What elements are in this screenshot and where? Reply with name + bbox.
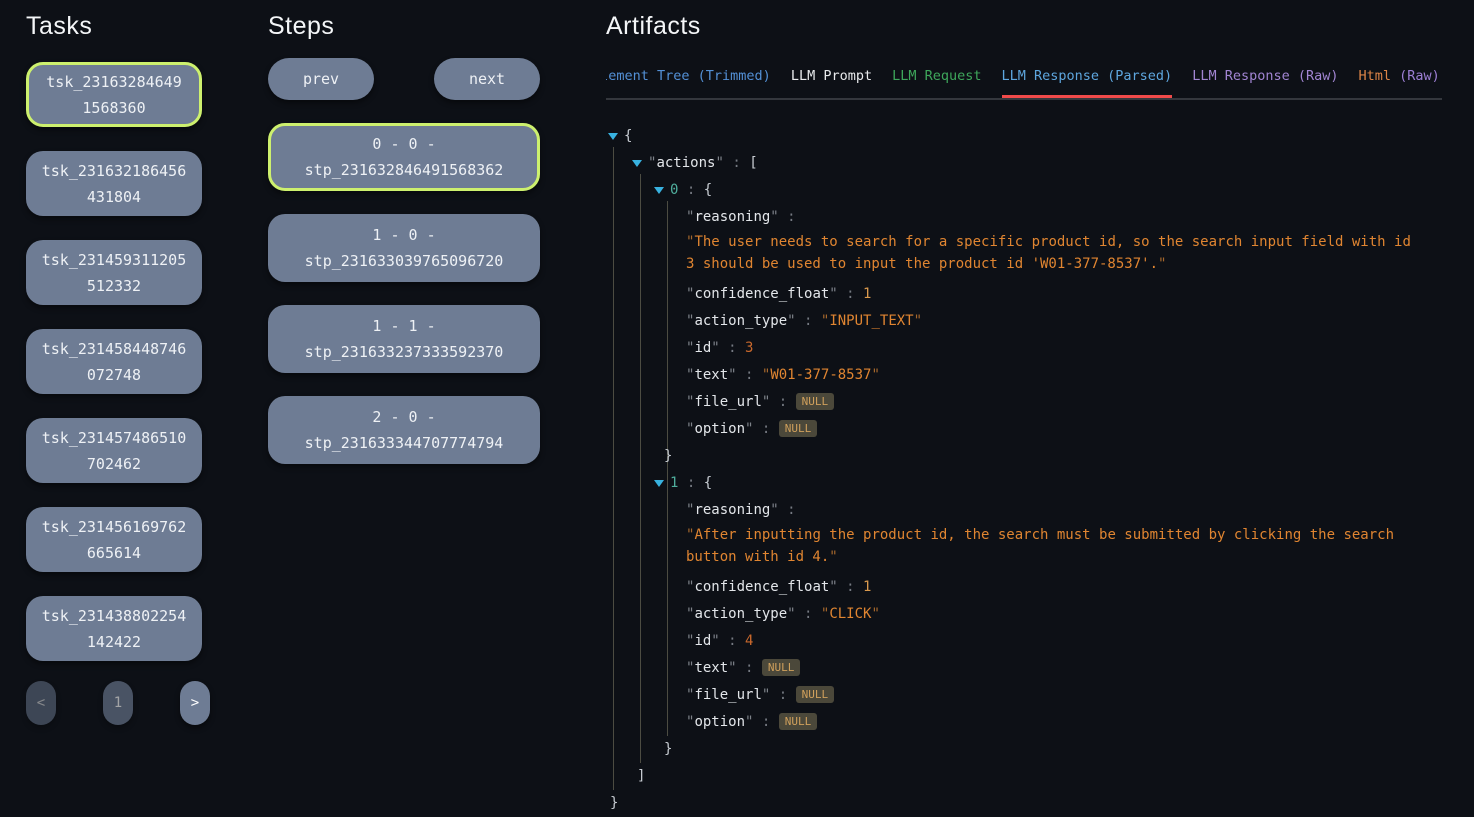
json-row: "action_type" : "INPUT_TEXT" (606, 308, 1418, 335)
json-viewer: {"actions" : [0 : {"reasoning" :"The use… (606, 123, 1418, 817)
step-button[interactable]: 0 - 0 - stp_231632846491568362 (268, 123, 540, 191)
artifacts-tabbar: Element Tree (Trimmed) LLM Prompt LLM Requ… (606, 65, 1442, 100)
pagination-prev-button[interactable]: < (26, 681, 56, 725)
task-button[interactable]: tsk_231438802254142422 (26, 596, 202, 661)
tasks-pagination: < 1 > (26, 681, 210, 725)
null-badge: NULL (779, 713, 818, 730)
pagination-page-button[interactable]: 1 (103, 681, 133, 725)
json-row: "After inputting the product id, the sea… (606, 524, 1418, 568)
collapse-arrow-icon[interactable] (654, 187, 664, 194)
tab-llm-prompt[interactable]: LLM Prompt (791, 68, 872, 98)
next-step-button[interactable]: next (434, 58, 540, 100)
tab-element-tree-trimmed[interactable]: Element Tree (Trimmed) (606, 68, 771, 98)
step-button[interactable]: 1 - 1 - stp_231633237333592370 (268, 305, 540, 373)
json-row: 1 : { (606, 470, 1418, 497)
task-list: tsk_231632846491568360 tsk_23163218645643… (26, 62, 202, 661)
json-row: } (606, 790, 1418, 817)
collapse-arrow-icon[interactable] (632, 160, 642, 167)
tab-html-raw[interactable]: Html (Raw) (1359, 68, 1440, 98)
app-root: Tasks tsk_231632846491568360 tsk_23163218… (0, 0, 1474, 800)
null-badge: NULL (796, 393, 835, 410)
collapse-arrow-icon[interactable] (608, 133, 618, 140)
tasks-title: Tasks (26, 12, 212, 41)
task-button[interactable]: tsk_231457486510702462 (26, 418, 202, 483)
json-row: { (606, 123, 1418, 150)
json-row: "text" : NULL (606, 655, 1418, 682)
json-row: "id" : 3 (606, 335, 1418, 362)
tab-llm-request[interactable]: LLM Request (892, 68, 981, 98)
json-row: "id" : 4 (606, 628, 1418, 655)
artifacts-panel: Artifacts Element Tree (Trimmed) LLM Prom… (606, 12, 1442, 817)
step-button[interactable]: 1 - 0 - stp_231633039765096720 (268, 214, 540, 282)
json-rows: {"actions" : [0 : {"reasoning" :"The use… (606, 123, 1418, 817)
prev-step-button[interactable]: prev (268, 58, 374, 100)
task-button[interactable]: tsk_231632186456431804 (26, 151, 202, 216)
tasks-column: Tasks tsk_231632846491568360 tsk_23163218… (26, 12, 212, 725)
pagination-next-button[interactable]: > (180, 681, 210, 725)
collapse-arrow-icon[interactable] (654, 480, 664, 487)
step-nav: prev next (268, 58, 540, 100)
json-row: "file_url" : NULL (606, 389, 1418, 416)
steps-column: Steps prev next 0 - 0 - stp_231632846491… (268, 12, 540, 464)
task-button[interactable]: tsk_231456169762665614 (26, 507, 202, 572)
tab-llm-response-parsed[interactable]: LLM Response (Parsed) (1002, 68, 1173, 98)
task-button[interactable]: tsk_231459311205512332 (26, 240, 202, 305)
task-button[interactable]: tsk_231458448746072748 (26, 329, 202, 394)
json-row: "text" : "W01-377-8537" (606, 362, 1418, 389)
json-row: 0 : { (606, 177, 1418, 204)
json-row: "actions" : [ (606, 150, 1418, 177)
json-row: "confidence_float" : 1 (606, 281, 1418, 308)
json-row: "reasoning" : (606, 497, 1418, 524)
json-row: ] (606, 763, 1418, 790)
json-row: "The user needs to search for a specific… (606, 231, 1418, 275)
step-list: 0 - 0 - stp_231632846491568362 1 - 0 - st… (268, 123, 540, 464)
null-badge: NULL (779, 420, 818, 437)
json-row: "option" : NULL (606, 709, 1418, 736)
json-row: "confidence_float" : 1 (606, 574, 1418, 601)
json-row: "action_type" : "CLICK" (606, 601, 1418, 628)
steps-title: Steps (268, 12, 540, 41)
null-badge: NULL (796, 686, 835, 703)
task-button[interactable]: tsk_231632846491568360 (26, 62, 202, 127)
json-row: "option" : NULL (606, 416, 1418, 443)
json-row: "file_url" : NULL (606, 682, 1418, 709)
json-row: "reasoning" : (606, 204, 1418, 231)
json-row: } (606, 736, 1418, 763)
step-button[interactable]: 2 - 0 - stp_231633344707774794 (268, 396, 540, 464)
tab-strip: Element Tree (Trimmed) LLM Prompt LLM Requ… (606, 68, 1440, 98)
json-row: } (606, 443, 1418, 470)
tab-llm-response-raw[interactable]: LLM Response (Raw) (1192, 68, 1338, 98)
artifacts-title: Artifacts (606, 12, 1442, 41)
null-badge: NULL (762, 659, 801, 676)
